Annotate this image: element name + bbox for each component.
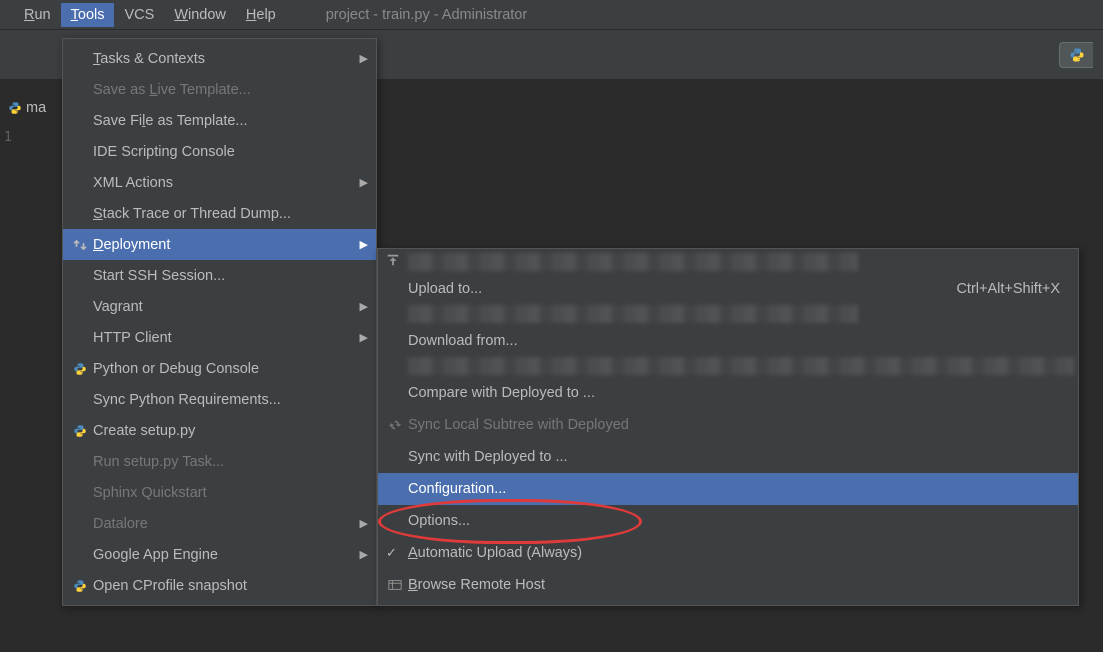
menu-item-save-file-as-template[interactable]: Save File as Template...	[63, 105, 376, 136]
menu-run[interactable]: Run	[14, 3, 61, 27]
menu-item-label: Deployment	[93, 237, 358, 253]
shortcut-label: Ctrl+Alt+Shift+X	[956, 281, 1070, 297]
submenu-item-compare-with-deployed-to[interactable]: Compare with Deployed to ...	[378, 377, 1078, 409]
menu-vcs[interactable]: VCS	[114, 3, 164, 27]
tools-dropdown: Tasks & Contexts▶Save as Live Template..…	[62, 38, 377, 606]
menu-item-run-setup-py-task: Run setup.py Task...	[63, 446, 376, 477]
menu-item-save-as-live-template: Save as Live Template...	[63, 74, 376, 105]
menu-item-label: Sphinx Quickstart	[93, 485, 368, 501]
menu-item-tasks-contexts[interactable]: Tasks & Contexts▶	[63, 43, 376, 74]
submenu-arrow-icon: ▶	[358, 176, 368, 189]
submenu-arrow-icon: ▶	[358, 300, 368, 313]
python-icon	[8, 101, 22, 115]
python-icon	[1069, 47, 1085, 63]
menu-item-label: Tasks & Contexts	[93, 51, 358, 67]
submenu-arrow-icon: ▶	[358, 238, 368, 251]
snapshot-icon	[71, 577, 89, 595]
menu-item-open-cprofile-snapshot[interactable]: Open CProfile snapshot	[63, 570, 376, 601]
menu-item-label: Upload to...	[408, 281, 956, 297]
check-icon: ✓	[386, 545, 397, 561]
menu-item-label: Open CProfile snapshot	[93, 578, 368, 594]
menu-item-label: Save as Live Template...	[93, 82, 368, 98]
menu-item-ide-scripting-console[interactable]: IDE Scripting Console	[63, 136, 376, 167]
menu-item-label: Create setup.py	[93, 423, 368, 439]
menubar: Run Tools VCS Window Help project - trai…	[0, 0, 1103, 30]
menu-item-label: Save File as Template...	[93, 113, 368, 129]
menu-item-deployment[interactable]: Deployment▶	[63, 229, 376, 260]
submenu-arrow-icon: ▶	[358, 517, 368, 530]
submenu-item-automatic-upload-always[interactable]: ✓ Automatic Upload (Always)	[378, 537, 1078, 569]
menu-item-label: Run setup.py Task...	[93, 454, 368, 470]
submenu-item-upload-to[interactable]: Upload to...Ctrl+Alt+Shift+X	[378, 273, 1078, 305]
menu-item-google-app-engine[interactable]: Google App Engine▶	[63, 539, 376, 570]
menu-item-label: Compare with Deployed to ...	[408, 385, 1070, 401]
python-icon	[71, 422, 89, 440]
menu-item-label: Automatic Upload (Always)	[408, 545, 1070, 561]
menu-item-stack-trace-or-thread-dump[interactable]: Stack Trace or Thread Dump...	[63, 198, 376, 229]
submenu-arrow-icon: ▶	[358, 548, 368, 561]
menu-item-label: Sync Python Requirements...	[93, 392, 368, 408]
redacted-row	[408, 305, 858, 323]
deploy-icon	[71, 236, 89, 254]
menu-window[interactable]: Window	[164, 3, 236, 27]
submenu-item-browse-remote-host[interactable]: Browse Remote Host	[378, 569, 1078, 601]
menu-item-vagrant[interactable]: Vagrant▶	[63, 291, 376, 322]
menu-item-label: IDE Scripting Console	[93, 144, 368, 160]
menu-item-datalore: Datalore▶	[63, 508, 376, 539]
menu-item-label: Datalore	[93, 516, 358, 532]
menu-item-label: Sync with Deployed to ...	[408, 449, 1070, 465]
menu-item-label: Sync Local Subtree with Deployed	[408, 417, 1070, 433]
submenu-arrow-icon: ▶	[358, 52, 368, 65]
menu-item-label: HTTP Client	[93, 330, 358, 346]
open-file-tab[interactable]: ma	[8, 100, 46, 116]
submenu-arrow-icon: ▶	[358, 331, 368, 344]
menu-help[interactable]: Help	[236, 3, 286, 27]
menu-item-label: Vagrant	[93, 299, 358, 315]
upload-top-icon	[386, 253, 400, 271]
submenu-item-sync-local-subtree-with-deployed: Sync Local Subtree with Deployed	[378, 409, 1078, 441]
menu-item-label: Start SSH Session...	[93, 268, 368, 284]
window-title: project - train.py - Administrator	[326, 7, 527, 23]
menu-item-create-setup-py[interactable]: Create setup.py	[63, 415, 376, 446]
menu-item-label: Python or Debug Console	[93, 361, 368, 377]
line-number: 1	[4, 130, 12, 145]
menu-item-label: Download from...	[408, 333, 1070, 349]
menu-item-label: Google App Engine	[93, 547, 358, 563]
menu-item-label: Options...	[408, 513, 1070, 529]
submenu-item-configuration[interactable]: Configuration...	[378, 473, 1078, 505]
menu-item-label: Configuration...	[408, 481, 1070, 497]
submenu-item-sync-with-deployed-to[interactable]: Sync with Deployed to ...	[378, 441, 1078, 473]
menu-item-http-client[interactable]: HTTP Client▶	[63, 322, 376, 353]
browse-icon	[386, 576, 404, 594]
sync-icon	[386, 416, 404, 434]
menu-item-xml-actions[interactable]: XML Actions▶	[63, 167, 376, 198]
menu-item-label: Stack Trace or Thread Dump...	[93, 206, 368, 222]
menu-tools[interactable]: Tools	[61, 3, 115, 27]
menu-item-label: Browse Remote Host	[408, 577, 1070, 593]
menu-item-python-or-debug-console[interactable]: Python or Debug Console	[63, 353, 376, 384]
menu-item-start-ssh-session[interactable]: Start SSH Session...	[63, 260, 376, 291]
redacted-row	[408, 253, 858, 271]
redacted-row	[408, 357, 1074, 375]
python-config-badge[interactable]	[1059, 42, 1093, 68]
file-tab-label: ma	[26, 100, 46, 116]
submenu-item-options[interactable]: Options...	[378, 505, 1078, 537]
submenu-item-download-from[interactable]: Download from...	[378, 325, 1078, 357]
python-icon	[71, 360, 89, 378]
menu-item-sphinx-quickstart: Sphinx Quickstart	[63, 477, 376, 508]
menu-item-sync-python-requirements[interactable]: Sync Python Requirements...	[63, 384, 376, 415]
deployment-submenu: Upload to...Ctrl+Alt+Shift+X Download fro…	[377, 248, 1079, 606]
menu-item-label: XML Actions	[93, 175, 358, 191]
